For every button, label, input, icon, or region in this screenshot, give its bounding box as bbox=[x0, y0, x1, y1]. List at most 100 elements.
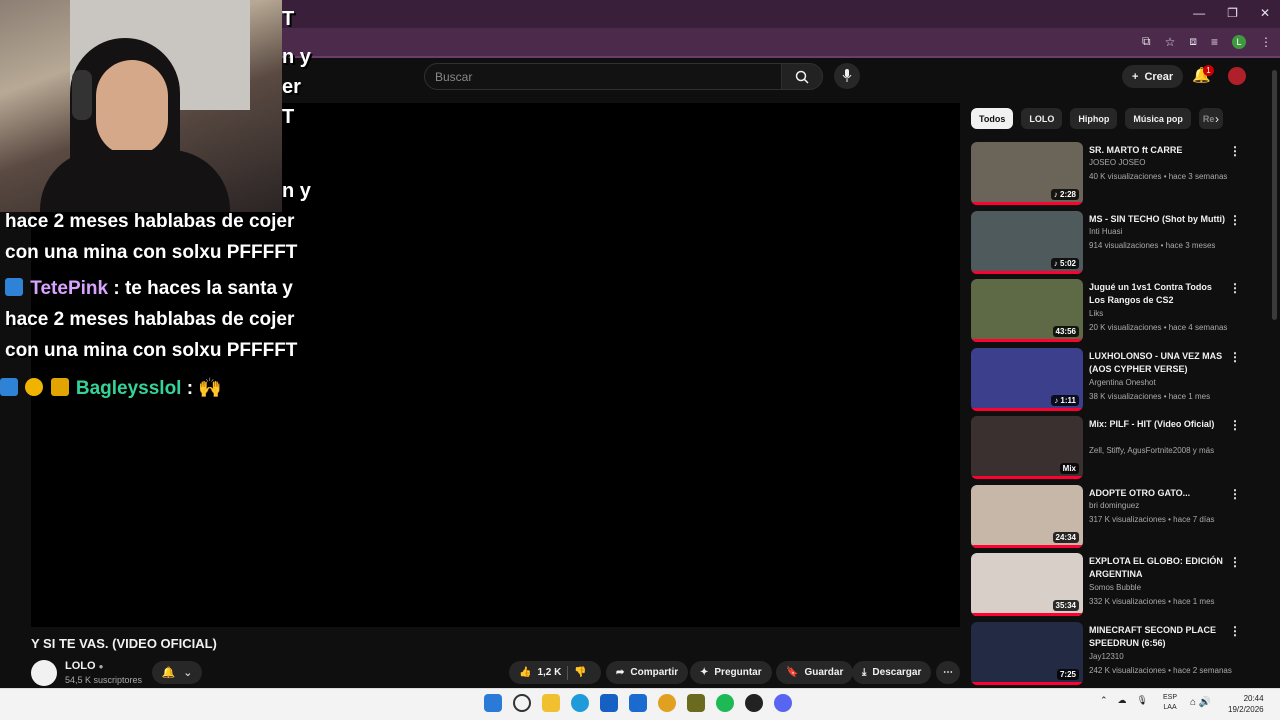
channel-name[interactable]: LOLO ● bbox=[65, 660, 103, 672]
account-avatar[interactable] bbox=[1228, 67, 1246, 85]
share-button[interactable]: ➦ Compartir bbox=[606, 661, 689, 684]
more-actions-button[interactable]: ⋯ bbox=[936, 661, 960, 684]
minecraft-icon[interactable] bbox=[687, 694, 705, 712]
recommendation-channel[interactable]: Inti Huasi bbox=[1089, 227, 1122, 236]
download-button[interactable]: ⤓ Descargar bbox=[852, 661, 932, 684]
recommendation-item[interactable]: 35:34 EXPLOTA EL GLOBO: EDICIÓN ARGENTIN… bbox=[971, 553, 1251, 622]
more-vert-icon[interactable]: ⋮ bbox=[1229, 487, 1241, 501]
more-vert-icon[interactable]: ⋮ bbox=[1229, 281, 1241, 295]
recommendation-title[interactable]: ADOPTE OTRO GATO... bbox=[1089, 487, 1227, 500]
recommendation-channel[interactable]: Zell, Stiffy, AgusFortnite2008 y más bbox=[1089, 446, 1214, 455]
recommendation-channel[interactable]: bri dominguez bbox=[1089, 501, 1139, 510]
recommendation-item[interactable]: ♪ 5:02 MS - SIN TECHO (Shot by Mutti) In… bbox=[971, 210, 1251, 280]
webcam-overlay bbox=[0, 0, 282, 212]
chevron-up-icon[interactable]: ⌃ bbox=[1100, 695, 1108, 706]
profile-avatar[interactable]: L bbox=[1232, 34, 1246, 49]
search-input[interactable]: Buscar bbox=[424, 63, 782, 90]
like-button[interactable]: 👍 bbox=[519, 667, 531, 678]
search-icon[interactable] bbox=[513, 694, 531, 712]
share-label: Compartir bbox=[630, 667, 679, 678]
watch-progress-bar bbox=[971, 681, 1083, 685]
edge-icon[interactable] bbox=[571, 694, 589, 712]
save-button[interactable]: 🔖 Guardar bbox=[776, 661, 854, 684]
recommendation-item[interactable]: ♪ 1:11 LUXHOLONSO - UNA VEZ MAS (AOS CYP… bbox=[971, 347, 1251, 417]
search-button[interactable] bbox=[781, 63, 823, 90]
microphone-tray-icon[interactable]: 🎙 bbox=[1137, 695, 1148, 706]
spotify-icon[interactable] bbox=[716, 694, 734, 712]
chip-lolo[interactable]: LOLO bbox=[1021, 108, 1063, 129]
network-volume-icons[interactable]: ⌂ 🔊 bbox=[1190, 697, 1211, 708]
close-icon[interactable]: ✕ bbox=[1260, 6, 1270, 20]
chat-fragment: n y bbox=[282, 180, 311, 202]
discord-icon[interactable] bbox=[774, 694, 792, 712]
chip-hiphop[interactable]: Hiphop bbox=[1070, 108, 1118, 129]
recommendation-item[interactable]: Mix Mix: PILF - HIT (Video Oficial) Zell… bbox=[971, 416, 1251, 485]
dislike-button[interactable]: 👎 bbox=[574, 667, 586, 678]
recommendation-title[interactable]: MINECRAFT SECOND PLACE SPEEDRUN (6:56) bbox=[1089, 624, 1227, 650]
verified-icon: ● bbox=[98, 662, 104, 671]
video-thumbnail[interactable]: ♪ 5:02 bbox=[971, 210, 1083, 274]
video-thumbnail[interactable]: 7:25 bbox=[971, 621, 1083, 685]
ask-button[interactable]: ✦ Preguntar bbox=[690, 661, 772, 684]
recommendation-title[interactable]: LUXHOLONSO - UNA VEZ MAS (AOS CYPHER VER… bbox=[1089, 350, 1227, 376]
restore-icon[interactable]: ❐ bbox=[1227, 6, 1238, 20]
more-vert-icon[interactable]: ⋮ bbox=[1229, 144, 1241, 158]
language-indicator[interactable]: ESP LAA bbox=[1163, 693, 1177, 713]
recommendation-meta: 914 visualizaciones • hace 3 meses bbox=[1089, 240, 1216, 250]
recommendation-title[interactable]: Mix: PILF - HIT (Video Oficial) bbox=[1089, 418, 1227, 431]
video-thumbnail[interactable]: ♪ 2:28 bbox=[971, 142, 1083, 205]
recommendation-channel[interactable]: JOSEO JOSEO bbox=[1089, 158, 1145, 167]
video-thumbnail[interactable]: 24:34 bbox=[971, 484, 1083, 548]
recommendation-channel[interactable]: Liks bbox=[1089, 309, 1103, 318]
chip-partial[interactable]: Re bbox=[1198, 108, 1223, 129]
chevron-right-icon[interactable]: › bbox=[1215, 112, 1219, 126]
store-icon[interactable] bbox=[600, 694, 618, 712]
bookmark-star-icon[interactable]: ☆ bbox=[1165, 35, 1176, 49]
create-button[interactable]: + Crear bbox=[1122, 65, 1184, 88]
more-vert-icon[interactable]: ⋮ bbox=[1229, 624, 1241, 638]
more-vert-icon[interactable]: ⋮ bbox=[1229, 555, 1241, 569]
recommendation-item[interactable]: ♪ 2:28 SR. MARTO ft CARRE JOSEO JOSEO 40… bbox=[971, 142, 1251, 211]
install-app-icon[interactable]: ⧉ bbox=[1142, 34, 1151, 49]
recommendation-title[interactable]: EXPLOTA EL GLOBO: EDICIÓN ARGENTINA bbox=[1089, 555, 1227, 581]
file-explorer-icon[interactable] bbox=[542, 694, 560, 712]
extensions-icon[interactable]: ⧈ bbox=[1189, 34, 1197, 49]
recommendation-title[interactable]: Jugué un 1vs1 Contra Todos Los Rangos de… bbox=[1089, 281, 1227, 307]
recommendation-meta: 242 K visualizaciones • hace 2 semanas bbox=[1089, 665, 1232, 675]
video-thumbnail[interactable]: ♪ 1:11 bbox=[971, 347, 1083, 411]
channel-name-text: LOLO bbox=[65, 660, 96, 672]
recommendation-meta: 332 K visualizaciones • hace 1 mes bbox=[1089, 597, 1215, 606]
clock[interactable]: 20:44 19/2/2026 bbox=[1228, 693, 1264, 715]
channel-avatar[interactable] bbox=[31, 660, 57, 686]
recommendation-title[interactable]: MS - SIN TECHO (Shot by Mutti) bbox=[1089, 213, 1227, 226]
minimize-icon[interactable]: — bbox=[1193, 6, 1205, 20]
recommendation-item[interactable]: 43:56 Jugué un 1vs1 Contra Todos Los Ran… bbox=[971, 279, 1251, 348]
chip-musica-pop[interactable]: Música pop bbox=[1125, 108, 1191, 129]
browser-menu-icon[interactable]: ⋮ bbox=[1260, 35, 1272, 49]
voice-search-button[interactable] bbox=[834, 63, 860, 89]
chip-todos[interactable]: Todos bbox=[971, 108, 1014, 129]
recommendation-channel[interactable]: Jay12310 bbox=[1089, 652, 1124, 661]
recommendation-list: ♪ 2:28 SR. MARTO ft CARRE JOSEO JOSEO 40… bbox=[971, 142, 1251, 690]
outlook-icon[interactable] bbox=[629, 694, 647, 712]
video-thumbnail[interactable]: 35:34 bbox=[971, 553, 1083, 616]
subscription-bell-button[interactable]: 🔔 ⌄ bbox=[152, 661, 202, 684]
chrome-icon[interactable] bbox=[658, 694, 676, 712]
video-thumbnail[interactable]: 43:56 bbox=[971, 279, 1083, 342]
recommendation-item[interactable]: 7:25 MINECRAFT SECOND PLACE SPEEDRUN (6:… bbox=[971, 621, 1251, 691]
watch-progress-bar bbox=[971, 270, 1083, 274]
obs-icon[interactable] bbox=[745, 694, 763, 712]
recommendation-item[interactable]: 24:34 ADOPTE OTRO GATO... bri dominguez … bbox=[971, 484, 1251, 554]
recommendation-channel[interactable]: Argentina Oneshot bbox=[1089, 378, 1156, 387]
more-vert-icon[interactable]: ⋮ bbox=[1229, 418, 1241, 432]
recommendation-channel[interactable]: Somos Bubble bbox=[1089, 583, 1141, 592]
recommendation-title[interactable]: SR. MARTO ft CARRE bbox=[1089, 144, 1227, 157]
create-label: Crear bbox=[1144, 70, 1174, 83]
cloud-icon[interactable]: ☁ bbox=[1118, 695, 1127, 706]
start-icon[interactable] bbox=[484, 694, 502, 712]
more-vert-icon[interactable]: ⋮ bbox=[1229, 350, 1241, 364]
video-thumbnail[interactable]: Mix bbox=[971, 416, 1083, 479]
media-control-icon[interactable]: ≡ bbox=[1211, 35, 1218, 49]
page-scrollbar-thumb[interactable] bbox=[1272, 70, 1277, 320]
more-vert-icon[interactable]: ⋮ bbox=[1229, 213, 1241, 227]
